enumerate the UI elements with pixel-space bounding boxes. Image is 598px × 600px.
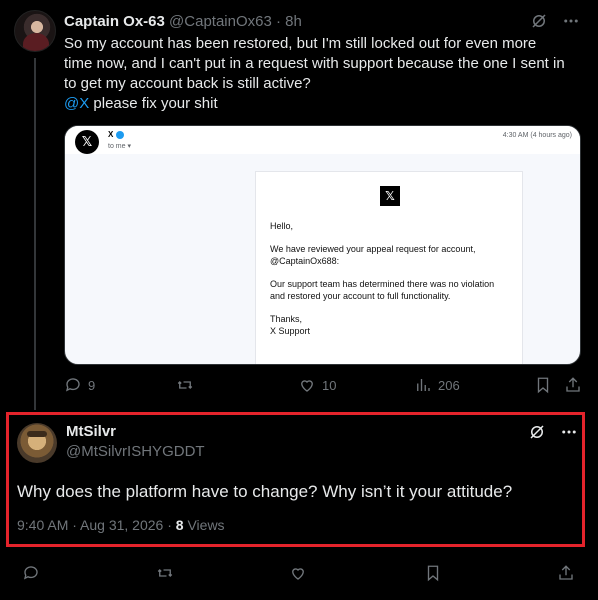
views-count: 8 [175, 517, 184, 533]
tweet-actions: 9 10 206 [64, 376, 584, 398]
grok-icon[interactable] [530, 12, 548, 35]
reply-button[interactable] [22, 564, 40, 582]
bookmark-icon [537, 377, 549, 394]
highlighted-reply[interactable]: MtSilvr @MtSilvrISHYGDDT Why does the pl… [6, 412, 585, 547]
heart-icon [301, 380, 313, 392]
thread-line [34, 58, 36, 410]
tweet-text-tail: please fix your shit [89, 95, 218, 112]
share-icon [559, 565, 573, 580]
email-paragraph: Our support team has determined there wa… [270, 279, 495, 301]
email-sign-off: Thanks, [270, 314, 303, 324]
handle-and-time[interactable]: @CaptainOx63 · 8h [169, 13, 302, 30]
email-time: 4:30 AM (4 hours ago) [502, 132, 572, 139]
reply-button[interactable]: 9 [64, 376, 95, 394]
bookmark-button[interactable] [424, 564, 442, 582]
x-logo-icon: 𝕏 [75, 130, 99, 154]
reply-top-icons [528, 423, 578, 446]
bookmark-button[interactable] [534, 376, 552, 394]
email-sender: X [108, 130, 125, 139]
verified-badge-icon [116, 130, 125, 139]
share-button[interactable] [557, 564, 575, 582]
repost-icon [157, 569, 173, 577]
display-name[interactable]: MtSilvr [66, 423, 116, 440]
avatar[interactable] [17, 423, 57, 463]
reply-actions [0, 564, 598, 588]
views-label: Views [183, 517, 225, 533]
reply-count: 9 [88, 377, 96, 393]
tweet-text: So my account has been restored, but I'm… [64, 34, 584, 114]
avatar[interactable] [14, 10, 56, 52]
tweet-text-line: So my account has been restored, but I'm… [64, 35, 537, 52]
email-greeting: Hello, [270, 221, 294, 231]
handle[interactable]: @MtSilvrISHYGDDT [66, 443, 205, 460]
like-button[interactable]: 10 [298, 376, 336, 394]
repost-button[interactable] [156, 564, 174, 582]
x-logo-icon: 𝕏 [380, 186, 400, 206]
heart-icon [292, 568, 304, 580]
email-body: Hello, We have reviewed your appeal requ… [270, 220, 510, 337]
timestamp[interactable]: 9:40 AM · Aug 31, 2026 · [17, 517, 176, 533]
views-count: 206 [438, 377, 460, 393]
original-tweet[interactable]: Captain Ox-63 @CaptainOx63 · 8h So my ac… [0, 0, 598, 410]
tweet-text-line: to get my account back is still active? [64, 75, 311, 92]
bookmark-icon [427, 565, 439, 582]
share-button[interactable] [564, 376, 582, 394]
repost-icon [177, 381, 193, 389]
email-signature: X Support [270, 326, 311, 336]
reply-text: Why does the platform have to change? Wh… [17, 482, 513, 501]
attached-image[interactable]: 𝕏 X to me ▾ 4:30 AM (4 hours ago) 𝕏 Hell… [64, 125, 581, 365]
reply-meta: 9:40 AM · Aug 31, 2026 · 8 Views [17, 517, 225, 533]
mention-link[interactable]: @X [64, 95, 89, 112]
display-name[interactable]: Captain Ox-63 [64, 13, 165, 30]
email-header: 𝕏 X to me ▾ 4:30 AM (4 hours ago) [65, 126, 580, 154]
tweet-header: Captain Ox-63 @CaptainOx63 · 8h [64, 12, 302, 32]
tweet-top-icons [530, 12, 580, 35]
reply-icon [65, 378, 80, 392]
grok-icon[interactable] [528, 423, 546, 446]
email-paragraph: We have reviewed your appeal request for… [270, 244, 476, 266]
email-card: 𝕏 Hello, We have reviewed your appeal re… [255, 171, 523, 364]
tweet-text-line: time now, and I can't put in a request w… [64, 55, 565, 72]
views-button[interactable]: 206 [414, 376, 460, 394]
share-icon [566, 377, 580, 392]
reply-icon [23, 566, 38, 580]
like-count: 10 [322, 377, 337, 393]
more-icon[interactable] [560, 423, 578, 446]
repost-button[interactable] [176, 376, 200, 394]
email-recipient: to me ▾ [108, 143, 131, 150]
more-icon[interactable] [562, 12, 580, 35]
like-button[interactable] [289, 564, 307, 582]
views-icon [417, 379, 430, 391]
